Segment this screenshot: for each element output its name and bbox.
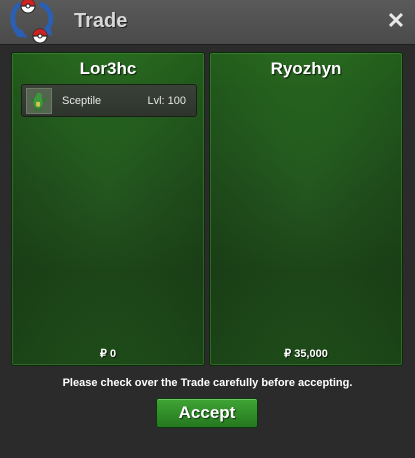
- right-money: ₽ 35,000: [284, 348, 328, 360]
- trade-item-sceptile[interactable]: Sceptile Lvl: 100: [21, 84, 197, 117]
- sceptile-sprite-icon: [26, 88, 52, 114]
- right-trader-name: Ryozhyn: [270, 59, 342, 78]
- right-trade-panel: Ryozhyn ₽ 35,000: [209, 52, 403, 366]
- close-icon[interactable]: ✕: [385, 10, 407, 32]
- accept-button[interactable]: Accept: [156, 398, 258, 428]
- item-level: Lvl: 100: [147, 95, 186, 107]
- item-name: Sceptile: [62, 95, 102, 107]
- trade-window: Trade ✕ Lor3hc Sceptile Lvl: 100 ₽ 0 Ryo…: [0, 0, 415, 458]
- trade-notice: Please check over the Trade carefully be…: [62, 377, 353, 389]
- window-title: Trade: [74, 10, 128, 32]
- left-money: ₽ 0: [99, 348, 117, 360]
- pokeball-logo-icon: [10, 0, 54, 44]
- left-trader-name: Lor3hc: [79, 59, 137, 78]
- left-trade-panel: Lor3hc Sceptile Lvl: 100 ₽ 0: [11, 52, 205, 366]
